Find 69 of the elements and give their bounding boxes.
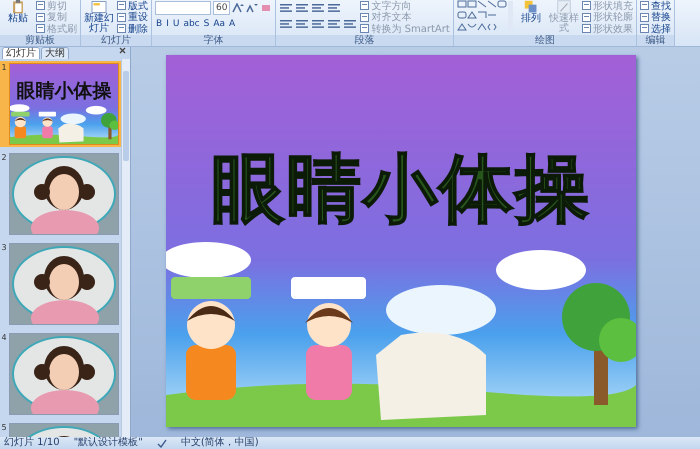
page-icon [582,12,591,22]
shapes-drawing[interactable] [456,0,513,32]
columns-icon[interactable] [343,19,358,29]
page-icon [360,12,370,22]
panel-tab[interactable]: 幻灯片 [2,47,40,59]
group-label: 字体 [152,35,276,46]
ribbon-button[interactable]: 重设 [117,12,148,23]
close-icon[interactable] [119,47,126,54]
center-icon[interactable] [295,19,310,29]
ribbon-button[interactable]: 查找 [640,0,671,12]
align-icon[interactable] [279,19,294,29]
slide-number: 5 [0,423,8,434]
theme-name: "默认设计模板" [74,437,143,449]
shrink-font-icon[interactable] [246,3,258,13]
page-icon [640,24,649,34]
scrollbar[interactable] [121,59,130,437]
ribbon-button[interactable]: 粘贴 [3,0,33,24]
panel-tab[interactable]: 大纲 [41,47,69,59]
justify-icon[interactable] [327,19,342,29]
ribbon-button[interactable]: 选择 [640,23,671,34]
slide-title: 眼睛小体操 [16,79,112,104]
bullet-list-icon[interactable] [279,3,294,13]
format-button[interactable]: abc [182,19,201,29]
page-icon [36,12,45,22]
page-icon [117,24,126,34]
slide-number: 3 [0,243,8,254]
language: 中文(简体，中国) [180,437,259,449]
page-icon [36,24,45,34]
page-icon [117,12,126,22]
numbered-list-icon[interactable] [295,3,310,13]
slide-number: 4 [0,333,8,344]
ribbon-button[interactable]: 删除 [117,23,148,34]
font-name-field[interactable] [155,1,211,15]
page-icon [582,1,591,10]
grow-font-icon[interactable] [232,3,244,13]
slide-icon [89,0,109,14]
ribbon-button[interactable]: 替换 [640,12,671,23]
group-label: 剪贴板 [0,35,80,46]
ribbon-button[interactable]: 新建幻灯片 [84,0,114,34]
clipboard-icon [10,0,26,14]
slide-thumbnail[interactable]: 眼睛小体操 [9,63,119,145]
group-label: 段落 [276,35,453,46]
format-button[interactable]: U [172,19,180,29]
format-button[interactable]: B [155,19,164,29]
format-button[interactable]: I [165,19,170,29]
spellcheck-icon[interactable] [156,438,167,448]
slide-position: 幻灯片 1/10 [4,437,60,449]
page-icon [36,1,45,10]
ribbon-button[interactable]: 版式 [117,0,148,12]
page-icon [360,1,370,10]
group-label: 绘图 [454,35,636,46]
page-icon [360,24,370,34]
page-icon [640,1,649,10]
page-icon [582,24,591,34]
page-icon [640,12,649,22]
ribbon-button[interactable]: 排列 [516,0,546,24]
slide-title: 眼睛小体操 [210,145,592,234]
indent-icon[interactable] [311,3,326,13]
font-size-field[interactable]: 60 [213,1,230,15]
group-label: 幻灯片 [81,35,151,46]
format-button[interactable]: A [228,19,236,29]
slide-number: 1 [0,63,8,74]
format-button[interactable]: Aa [212,19,226,29]
format-button[interactable]: S [202,19,210,29]
group-label: 编辑 [636,35,674,46]
line-spacing-icon[interactable] [327,3,342,13]
page-icon [117,1,126,10]
slide-number: 2 [0,153,8,164]
align-right-icon[interactable] [311,19,326,29]
